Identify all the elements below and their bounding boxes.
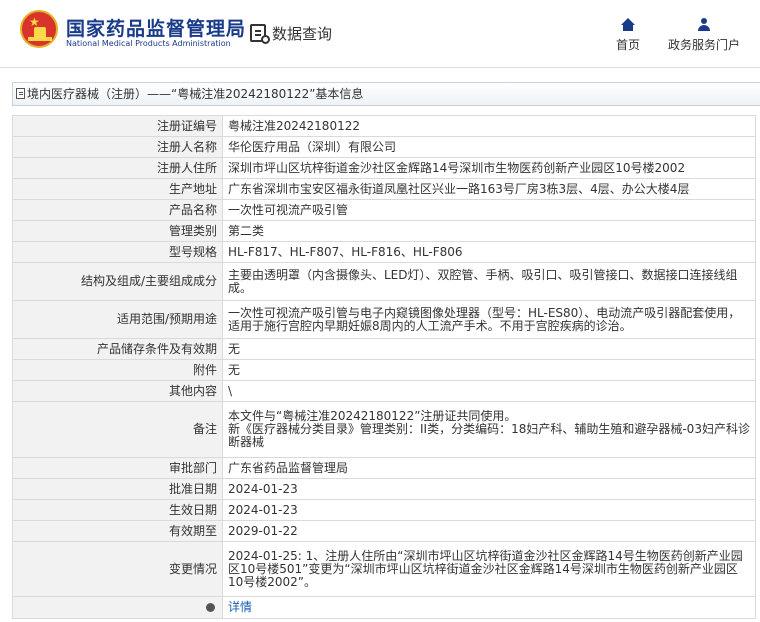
field-label: 其他内容 — [12, 380, 223, 402]
document-icon — [16, 88, 25, 99]
field-label: 产品储存条件及有效期 — [12, 338, 223, 360]
data-query-icon — [250, 24, 270, 44]
info-row: 审批部门 广东省药品监督管理局 — [12, 457, 756, 479]
info-row: 注册人名称 华伦医疗用品（深圳）有限公司 — [12, 136, 756, 158]
breadcrumb-text: 境内医疗器械（注册）——“粤械注准20242180122”基本信息 — [27, 87, 364, 101]
field-label: 审批部门 — [12, 457, 223, 479]
info-row: 管理类别 第二类 — [12, 220, 756, 242]
field-value: 本文件与“粤械注准20242180122”注册证共同使用。 新《医疗器械分类目录… — [222, 401, 756, 458]
detail-row-value: 详情 — [222, 596, 756, 619]
field-value: 一次性可视流产吸引管与电子内窥镜图像处理器（型号：HL-ES80）、电动流产吸引… — [222, 300, 756, 339]
info-row: 产品储存条件及有效期无 — [12, 338, 756, 360]
field-value: 2024-01-23 — [222, 499, 756, 521]
field-label: 产品名称 — [12, 199, 223, 221]
info-row: 注册证编号 粤械注准20242180122 — [12, 115, 756, 137]
user-icon — [697, 18, 711, 32]
field-label: 有效期至 — [12, 520, 223, 542]
field-label: 注册证编号 — [12, 115, 223, 137]
breadcrumb: 境内医疗器械（注册）——“粤械注准20242180122”基本信息 — [12, 82, 760, 106]
field-value: 2024-01-25: 1、注册人住所由“深圳市坪山区坑梓街道金沙社区金辉路14… — [222, 541, 756, 597]
info-row: 型号规格 HL-F817、HL-F807、HL-F816、HL-F806 — [12, 241, 756, 263]
info-row: 适用范围/预期用途 一次性可视流产吸引管与电子内窥镜图像处理器（型号：HL-ES8… — [12, 300, 756, 339]
field-label: 注册人住所 — [12, 157, 223, 179]
field-value: \ — [222, 380, 756, 402]
field-label: 型号规格 — [12, 241, 223, 263]
nav-gov-service[interactable]: 政务服务门户 — [664, 18, 744, 53]
info-row: 有效期至 2029-01-22 — [12, 520, 756, 542]
home-icon — [621, 18, 635, 32]
field-label: 附件 — [12, 359, 223, 381]
detail-row-label — [12, 596, 223, 619]
field-value: 粤械注准20242180122 — [222, 115, 756, 137]
brand-subtitle: National Medical Products Administration — [66, 39, 231, 48]
field-label: 注册人名称 — [12, 136, 223, 158]
info-row: 结构及组成/主要组成成分 主要由透明罩（内含摄像头、LED灯）、双腔管、手柄、吸引… — [12, 262, 756, 301]
site-header: ★ 国家药品监督管理局 National Medical Products Ad… — [0, 0, 760, 68]
field-label: 管理类别 — [12, 220, 223, 242]
brand-title[interactable]: 国家药品监督管理局 — [66, 14, 246, 41]
info-row: 批准日期 2024-01-23 — [12, 478, 756, 500]
field-value: 深圳市坪山区坑梓街道金沙社区金辉路14号深圳市生物医药创新产业园区10号楼200… — [222, 157, 756, 179]
globe-icon — [206, 603, 215, 612]
nav-gov-service-label: 政务服务门户 — [667, 38, 740, 52]
field-value: 华伦医疗用品（深圳）有限公司 — [222, 136, 756, 158]
info-row: 注册人住所 深圳市坪山区坑梓街道金沙社区金辉路14号深圳市生物医药创新产业园区10… — [12, 157, 756, 179]
info-row: 变更情况 2024-01-25: 1、注册人住所由“深圳市坪山区坑梓街道金沙社区金… — [12, 541, 756, 597]
info-row: 生产地址 广东省深圳市宝安区福永街道凤凰社区兴业一路163号厂房3栋3层、4层、办… — [12, 178, 756, 200]
nav-home-label: 首页 — [615, 38, 640, 52]
field-label: 生效日期 — [12, 499, 223, 521]
info-row: 附件无 — [12, 359, 756, 381]
field-label: 备注 — [12, 401, 223, 458]
nav-home[interactable]: 首页 — [612, 18, 644, 53]
field-value: 2029-01-22 — [222, 520, 756, 542]
field-label: 变更情况 — [12, 541, 223, 597]
field-value: 广东省深圳市宝安区福永街道凤凰社区兴业一路163号厂房3栋3层、4层、办公大楼4… — [222, 178, 756, 200]
field-value: 主要由透明罩（内含摄像头、LED灯）、双腔管、手柄、吸引口、吸引管接口、数据接口… — [222, 262, 756, 301]
info-row: 其他内容 \ — [12, 380, 756, 402]
field-value: 无 — [222, 359, 756, 381]
detail-row: 详情 — [12, 596, 756, 619]
field-value: 2024-01-23 — [222, 478, 756, 500]
registration-info-table: 注册证编号 粤械注准20242180122 注册人名称 华伦医疗用品（深圳）有限公司注… — [12, 115, 756, 619]
field-label: 适用范围/预期用途 — [12, 300, 223, 339]
info-row: 生效日期 2024-01-23 — [12, 499, 756, 521]
field-label: 批准日期 — [12, 478, 223, 500]
field-value: 无 — [222, 338, 756, 360]
info-row: 备注 本文件与“粤械注准20242180122”注册证共同使用。 新《医疗器械分类… — [12, 401, 756, 458]
field-label: 结构及组成/主要组成成分 — [12, 262, 223, 301]
emblem-logo-icon: ★ — [20, 10, 58, 48]
info-row: 产品名称 一次性可视流产吸引管 — [12, 199, 756, 221]
field-value: HL-F817、HL-F807、HL-F816、HL-F806 — [222, 241, 756, 263]
data-query-label: 数据查询 — [272, 25, 333, 43]
field-label: 生产地址 — [12, 178, 223, 200]
field-value: 第二类 — [222, 220, 756, 242]
field-value: 一次性可视流产吸引管 — [222, 199, 756, 221]
detail-link[interactable]: 详情 — [228, 600, 252, 614]
field-value: 广东省药品监督管理局 — [222, 457, 756, 479]
